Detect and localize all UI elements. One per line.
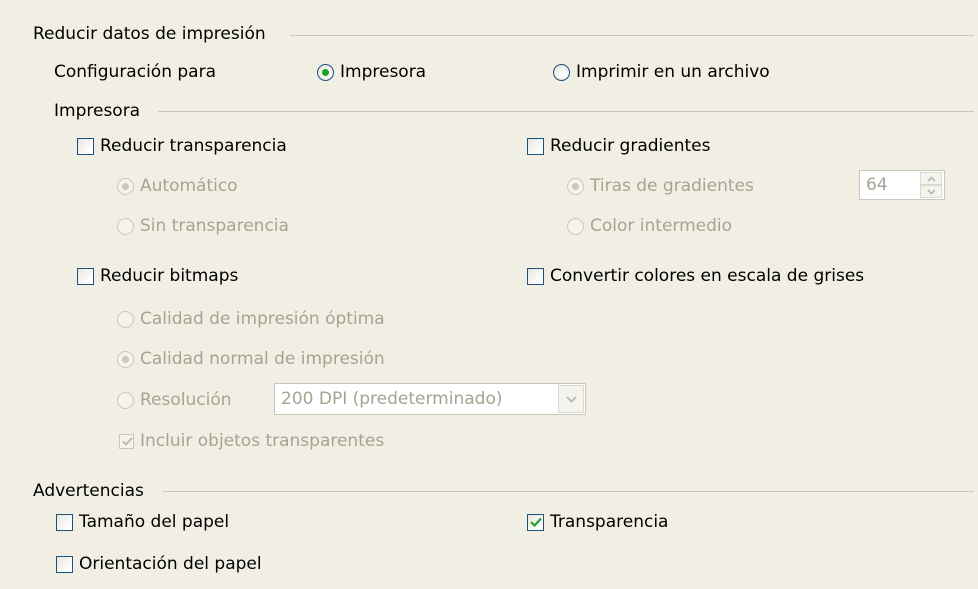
checkbox-reduce-bitmaps-box[interactable]: [77, 267, 94, 285]
printer-section-separator: [158, 111, 974, 112]
reduce-section-separator: [290, 35, 974, 36]
checkbox-reduce-gradients[interactable]: Reducir gradientes: [527, 134, 710, 158]
checkbox-reduce-transparency-box[interactable]: [77, 137, 94, 155]
chevron-down-icon: [926, 188, 936, 195]
radio-calidad-optima-control[interactable]: [117, 310, 134, 328]
printer-section-title: Impresora: [54, 101, 141, 121]
radio-impresora[interactable]: Impresora: [317, 60, 426, 84]
radio-automatico-control[interactable]: [117, 177, 134, 195]
radio-color-intermedio-label: Color intermedio: [590, 216, 733, 236]
radio-imprimir-archivo-label: Imprimir en un archivo: [576, 62, 770, 82]
radio-calidad-normal-control[interactable]: [117, 350, 134, 368]
checkbox-paper-orientation[interactable]: Orientación del papel: [56, 552, 262, 576]
reduce-transparency-label: Reducir transparencia: [100, 136, 287, 156]
radio-calidad-normal[interactable]: Calidad normal de impresión: [117, 347, 385, 371]
chevron-down-icon: [565, 395, 577, 403]
checkbox-include-transparent[interactable]: Incluir objetos transparentes: [119, 429, 384, 453]
include-transparent-label: Incluir objetos transparentes: [140, 431, 385, 451]
radio-sin-transparencia[interactable]: Sin transparencia: [117, 214, 289, 238]
checkbox-paper-orientation-box[interactable]: [56, 555, 73, 573]
checkbox-paper-size[interactable]: Tamaño del papel: [56, 510, 229, 534]
radio-calidad-normal-label: Calidad normal de impresión: [140, 349, 385, 369]
chevron-up-icon: [926, 175, 936, 182]
warnings-section-title: Advertencias: [33, 481, 144, 501]
grayscale-label: Convertir colores en escala de grises: [550, 266, 865, 286]
radio-color-intermedio-control[interactable]: [567, 217, 584, 235]
checkbox-include-transparent-box[interactable]: [119, 433, 134, 449]
warnings-section-separator: [163, 491, 974, 492]
radio-color-intermedio[interactable]: Color intermedio: [567, 214, 732, 238]
radio-resolucion-control[interactable]: [117, 391, 134, 409]
radio-tiras-gradientes-label: Tiras de gradientes: [590, 176, 754, 196]
radio-impresora-label: Impresora: [340, 62, 427, 82]
checkbox-reduce-gradients-box[interactable]: [527, 137, 544, 155]
radio-tiras-gradientes[interactable]: Tiras de gradientes: [567, 174, 754, 198]
gradient-stripes-value: 64: [866, 175, 888, 195]
resolution-select-value: 200 DPI (predeterminado): [281, 389, 503, 409]
checkbox-reduce-transparency[interactable]: Reducir transparencia: [77, 134, 287, 158]
checkbox-grayscale[interactable]: Convertir colores en escala de grises: [527, 264, 864, 288]
check-icon: [530, 517, 542, 527]
radio-automatico-label: Automático: [140, 176, 238, 196]
reduce-bitmaps-label: Reducir bitmaps: [100, 266, 239, 286]
resolution-select[interactable]: 200 DPI (predeterminado): [274, 383, 586, 415]
check-icon: [122, 436, 133, 446]
radio-resolucion[interactable]: Resolución: [117, 388, 232, 412]
resolution-dropdown-button[interactable]: [558, 385, 584, 413]
radio-sin-transparencia-label: Sin transparencia: [140, 216, 289, 236]
radio-automatico[interactable]: Automático: [117, 174, 238, 198]
radio-imprimir-archivo[interactable]: Imprimir en un archivo: [553, 60, 770, 84]
checkbox-transparency-warning[interactable]: Transparencia: [527, 510, 668, 534]
radio-resolucion-label: Resolución: [140, 390, 232, 410]
spin-up-button[interactable]: [920, 172, 942, 185]
reduce-gradients-label: Reducir gradientes: [550, 136, 711, 156]
checkbox-paper-size-box[interactable]: [56, 513, 73, 531]
paper-orientation-label: Orientación del papel: [79, 554, 262, 574]
gradient-stripes-spinner[interactable]: 64: [859, 170, 945, 200]
config-label: Configuración para: [54, 62, 216, 82]
radio-sin-transparencia-control[interactable]: [117, 217, 134, 235]
radio-impresora-control[interactable]: [317, 63, 334, 81]
radio-tiras-gradientes-control[interactable]: [567, 177, 584, 195]
transparency-warning-label: Transparencia: [550, 512, 669, 532]
checkbox-reduce-bitmaps[interactable]: Reducir bitmaps: [77, 264, 238, 288]
radio-calidad-optima[interactable]: Calidad de impresión óptima: [117, 307, 385, 331]
checkbox-transparency-warning-box[interactable]: [527, 513, 544, 531]
radio-imprimir-archivo-control[interactable]: [553, 63, 570, 81]
checkbox-grayscale-box[interactable]: [527, 267, 544, 285]
paper-size-label: Tamaño del papel: [79, 512, 230, 532]
reduce-section-title: Reducir datos de impresión: [33, 24, 266, 44]
spin-down-button[interactable]: [920, 185, 942, 198]
spinner-buttons: [920, 172, 942, 198]
radio-calidad-optima-label: Calidad de impresión óptima: [140, 309, 385, 329]
